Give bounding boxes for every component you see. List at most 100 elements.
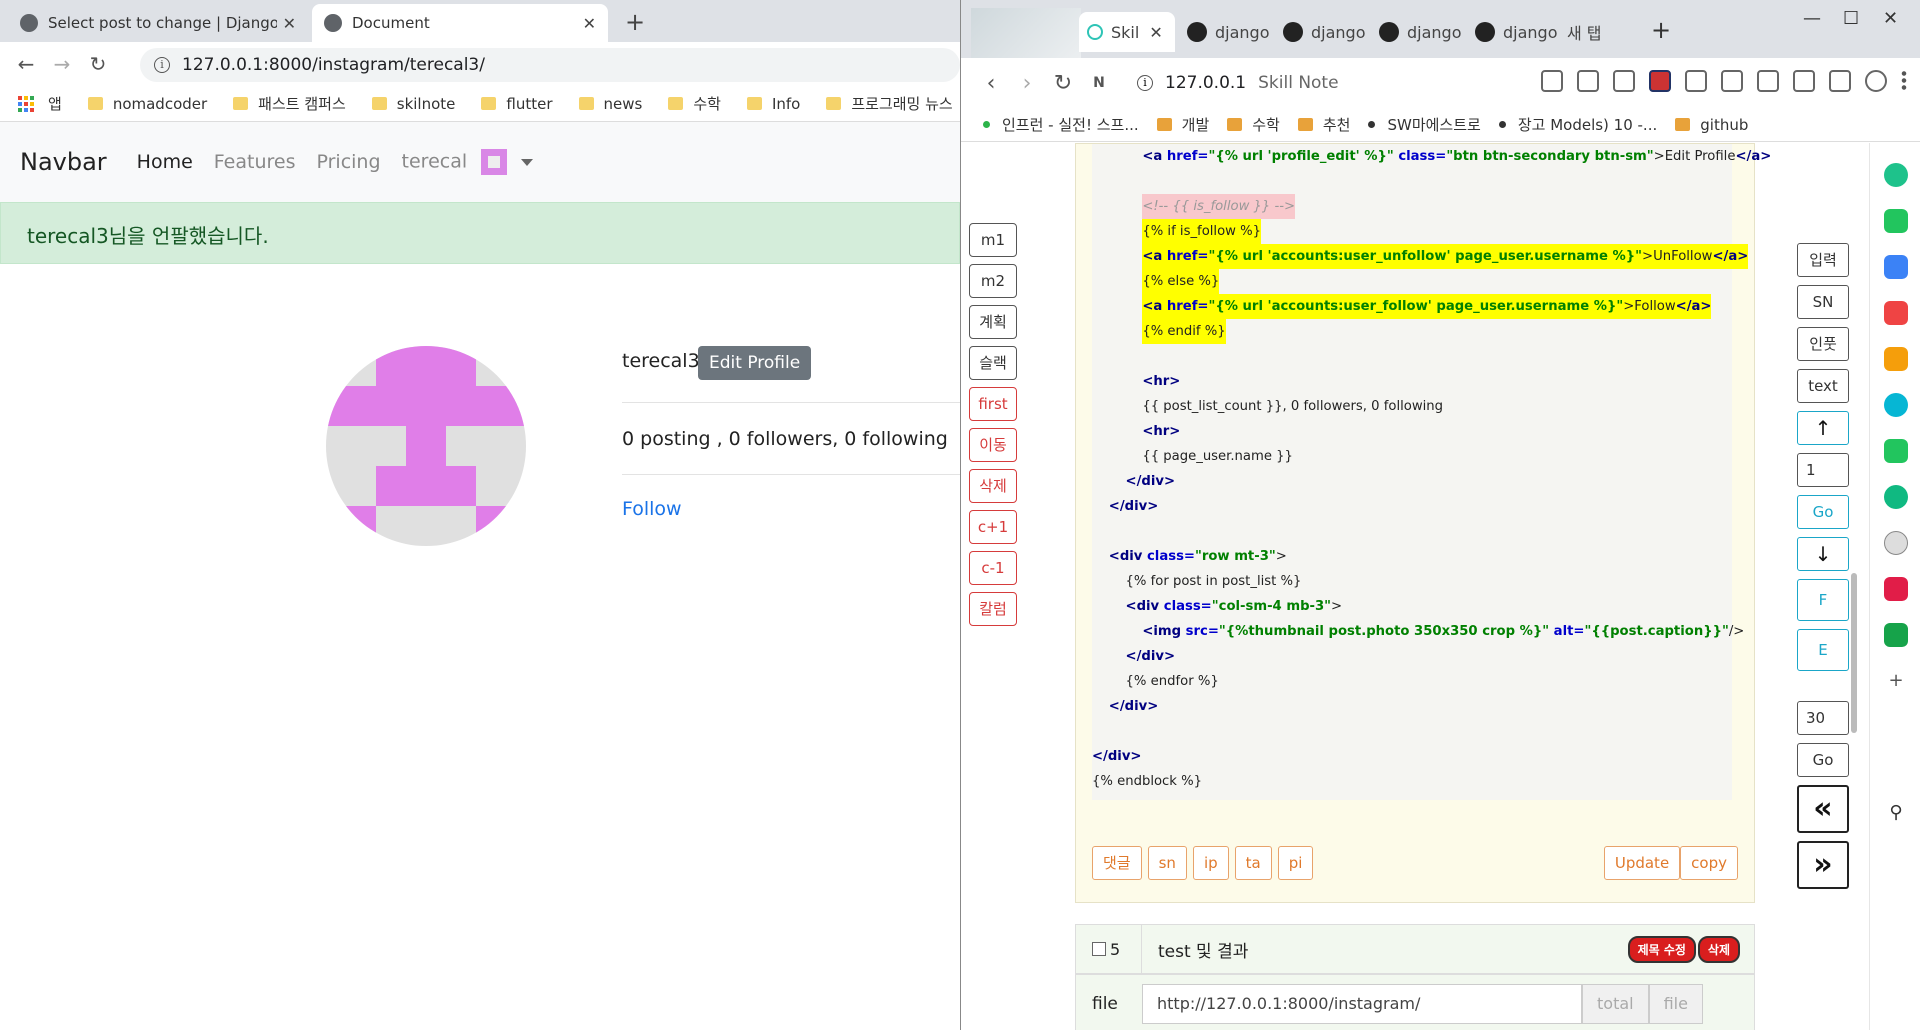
bookmark-inflearn[interactable]: 인프런 - 실전! 스프... bbox=[983, 114, 1139, 135]
delete-button[interactable]: 삭제 bbox=[969, 469, 1017, 503]
forward-icon[interactable]: → bbox=[44, 52, 80, 76]
move-button[interactable]: 이동 bbox=[969, 428, 1017, 462]
edge-icon[interactable] bbox=[1884, 393, 1908, 417]
close-icon[interactable]: ✕ bbox=[283, 14, 296, 33]
bookmark-info[interactable]: Info bbox=[746, 95, 800, 113]
update-button[interactable]: Update bbox=[1603, 846, 1681, 880]
pocket-icon[interactable] bbox=[1577, 70, 1599, 92]
whale-icon[interactable] bbox=[1884, 163, 1908, 187]
page-prev-button[interactable]: « bbox=[1797, 785, 1849, 833]
e-button[interactable]: E bbox=[1797, 629, 1849, 671]
download-icon[interactable] bbox=[1721, 70, 1743, 92]
tab-new-tab[interactable]: 새 탭 bbox=[1559, 12, 1639, 52]
infra-button[interactable]: 인풋 bbox=[1797, 327, 1849, 361]
card-button-2[interactable]: ip bbox=[1192, 846, 1229, 880]
note-title[interactable]: test 및 결과 bbox=[1142, 937, 1628, 962]
bookmark-recommend[interactable]: 추천 bbox=[1297, 114, 1350, 135]
bookmark-dev[interactable]: 개발 bbox=[1156, 114, 1209, 135]
column-button[interactable]: 칼럼 bbox=[969, 592, 1017, 626]
tab-django-3[interactable]: django bbox=[1371, 12, 1467, 52]
bookmark-skilnote[interactable]: skilnote bbox=[371, 95, 455, 113]
c-plus-1-button[interactable]: c+1 bbox=[969, 510, 1017, 544]
calendar-icon[interactable] bbox=[1884, 255, 1908, 279]
new-tab-button[interactable]: + bbox=[1651, 16, 1671, 44]
text-button[interactable]: text bbox=[1797, 369, 1849, 403]
play-icon[interactable] bbox=[1884, 485, 1908, 509]
slack-button[interactable]: 슬랙 bbox=[969, 346, 1017, 380]
input-button[interactable]: 입력 bbox=[1797, 243, 1849, 277]
nav-link-features[interactable]: Features bbox=[214, 151, 296, 173]
address-bar[interactable]: i 127.0.0.1:8000/instagram/terecal3/ bbox=[140, 48, 960, 82]
url-text[interactable]: 127.0.0.1 bbox=[1165, 73, 1246, 93]
scroll-up-button[interactable]: ↑ bbox=[1797, 411, 1849, 445]
bookmark-swmaestro[interactable]: SW마에스트로 bbox=[1368, 114, 1481, 135]
page-input[interactable]: 1 bbox=[1797, 453, 1849, 487]
new-tab-button[interactable]: + bbox=[625, 8, 645, 36]
tab-django-2[interactable]: django bbox=[1275, 12, 1371, 52]
close-window-icon[interactable]: ✕ bbox=[1883, 8, 1898, 29]
now-icon[interactable] bbox=[1884, 577, 1908, 601]
info-icon[interactable]: i bbox=[1137, 75, 1153, 91]
count-input[interactable]: 30 bbox=[1797, 701, 1849, 735]
sidebar-icon[interactable] bbox=[1793, 70, 1815, 92]
edit-profile-button[interactable]: Edit Profile bbox=[698, 346, 812, 380]
back-icon[interactable]: ← bbox=[8, 52, 44, 76]
naver-icon[interactable]: N bbox=[1081, 75, 1117, 91]
zoom-icon[interactable] bbox=[1541, 70, 1563, 92]
minimize-icon[interactable]: — bbox=[1803, 8, 1821, 29]
reader-icon[interactable] bbox=[1829, 70, 1851, 92]
list-icon[interactable] bbox=[1685, 70, 1707, 92]
star-icon[interactable] bbox=[1884, 347, 1908, 371]
info-icon[interactable]: i bbox=[154, 57, 170, 73]
scrollbar[interactable] bbox=[1851, 573, 1857, 733]
add-icon[interactable]: + bbox=[1884, 669, 1908, 693]
maximize-icon[interactable]: ☐ bbox=[1843, 8, 1859, 29]
bookmark-math[interactable]: 수학 bbox=[1227, 114, 1280, 135]
first-button[interactable]: first bbox=[969, 387, 1017, 421]
pocket-icon[interactable] bbox=[1884, 301, 1908, 325]
total-button[interactable]: total bbox=[1582, 984, 1649, 1024]
star-icon[interactable] bbox=[1613, 70, 1635, 92]
tab-document[interactable]: Document ✕ bbox=[312, 4, 608, 42]
edit-title-badge[interactable]: 제목 수정 bbox=[1627, 935, 1696, 963]
forward-icon[interactable]: › bbox=[1009, 71, 1045, 96]
go-button[interactable]: Go bbox=[1797, 495, 1849, 529]
file-url-input[interactable]: http://127.0.0.1:8000/instagram/ bbox=[1142, 984, 1582, 1024]
tab-django-4[interactable]: django bbox=[1467, 12, 1563, 52]
f-button[interactable]: F bbox=[1797, 579, 1849, 621]
card-button-4[interactable]: pi bbox=[1277, 846, 1314, 880]
nav-link-home[interactable]: Home bbox=[137, 151, 193, 173]
note-checkbox[interactable] bbox=[1092, 942, 1106, 956]
nav-link-pricing[interactable]: Pricing bbox=[316, 151, 380, 173]
account-icon[interactable] bbox=[1865, 70, 1887, 92]
plan-button[interactable]: 계획 bbox=[969, 305, 1017, 339]
camera-icon[interactable] bbox=[1757, 70, 1779, 92]
follow-link[interactable]: Follow bbox=[622, 498, 682, 520]
card-button-0[interactable]: 댓글 bbox=[1092, 846, 1142, 880]
flag-icon[interactable] bbox=[1649, 70, 1671, 92]
reload-icon[interactable]: ↻ bbox=[80, 52, 116, 76]
page-next-button[interactable]: » bbox=[1797, 841, 1849, 889]
bookmark-news[interactable]: news bbox=[578, 95, 642, 113]
sn-button[interactable]: SN bbox=[1797, 285, 1849, 319]
close-icon[interactable]: ✕ bbox=[583, 14, 596, 33]
pin-icon[interactable]: ⚲ bbox=[1884, 801, 1908, 825]
scroll-down-button[interactable]: ↓ bbox=[1797, 537, 1849, 571]
bookmark-programming-news[interactable]: 프로그래밍 뉴스 bbox=[826, 93, 953, 114]
talk-icon[interactable] bbox=[1884, 209, 1908, 233]
bookmark-django-models[interactable]: 장고 Models) 10 -... bbox=[1498, 114, 1657, 135]
copy-button[interactable]: copy bbox=[1680, 846, 1738, 880]
m1-button[interactable]: m1 bbox=[969, 223, 1017, 257]
face-icon[interactable] bbox=[1884, 531, 1908, 555]
close-icon[interactable]: ✕ bbox=[1149, 23, 1162, 42]
file-button[interactable]: file bbox=[1648, 984, 1703, 1024]
reload-icon[interactable]: ↻ bbox=[1045, 71, 1081, 96]
card-button-1[interactable]: sn bbox=[1147, 846, 1187, 880]
bookmark-nomadcoder[interactable]: nomadcoder bbox=[87, 95, 207, 113]
navbar-brand[interactable]: Navbar bbox=[20, 148, 107, 176]
card-button-3[interactable]: ta bbox=[1234, 846, 1272, 880]
menu-icon[interactable] bbox=[1901, 70, 1907, 92]
webtoon-icon[interactable] bbox=[1884, 623, 1908, 647]
tab-skilnote[interactable]: Skil ✕ bbox=[1079, 12, 1175, 52]
tab-django-admin[interactable]: Select post to change | Django ✕ bbox=[8, 4, 308, 42]
